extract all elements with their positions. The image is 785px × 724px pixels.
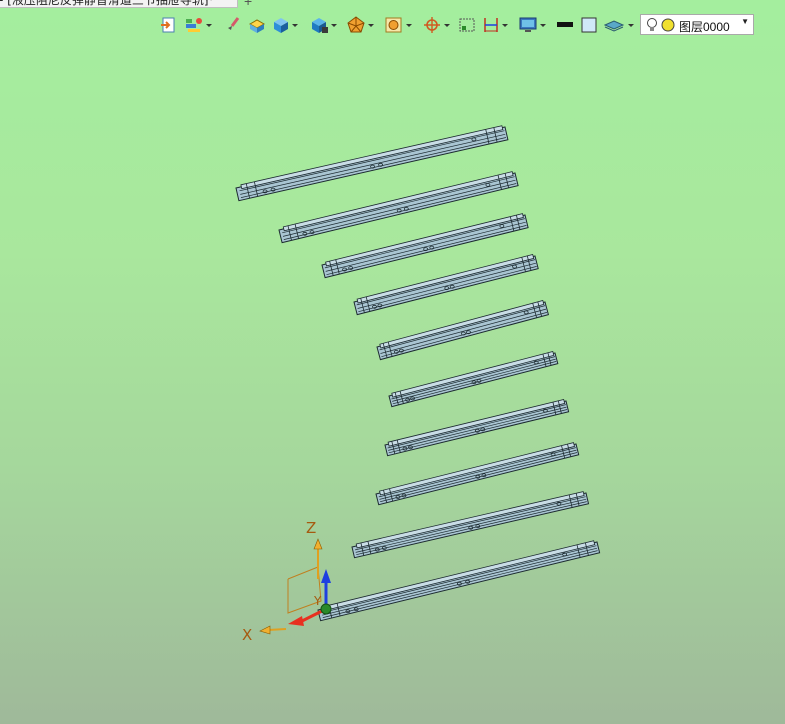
view-import-button[interactable] bbox=[160, 13, 178, 37]
new-tab-icon[interactable]: + bbox=[244, 0, 252, 9]
chevron-down-icon bbox=[628, 24, 634, 27]
axis-label-x: X bbox=[242, 626, 252, 644]
chevron-down-icon bbox=[206, 24, 212, 27]
frame-button[interactable] bbox=[458, 13, 476, 37]
monitor-button[interactable] bbox=[518, 13, 547, 37]
tab-strip: - [液压阻尼反弹静音滑道三节抽屉导轨] × + bbox=[0, 0, 785, 10]
frame-icon bbox=[459, 18, 475, 32]
chevron-down-icon bbox=[502, 24, 508, 27]
scene-canvas: Z X Y bbox=[235, 125, 601, 644]
snap-target-icon bbox=[424, 17, 440, 33]
stack-button[interactable] bbox=[604, 13, 635, 37]
explode-view-icon bbox=[347, 16, 365, 33]
snap-target-button[interactable] bbox=[422, 13, 451, 37]
3d-viewport[interactable]: Z X Y bbox=[0, 40, 785, 724]
document-tab-title: - [液压阻尼反弹静音滑道三节抽屉导轨] bbox=[0, 0, 209, 7]
layers-color-button[interactable] bbox=[184, 13, 213, 37]
display-filter-icon bbox=[385, 17, 402, 33]
stack-icon bbox=[604, 20, 625, 32]
sun-icon[interactable] bbox=[661, 18, 677, 34]
view-orientation-icon bbox=[312, 18, 328, 33]
chevron-down-icon bbox=[444, 24, 450, 27]
view-import-icon bbox=[161, 17, 175, 33]
dimension-button[interactable] bbox=[482, 13, 509, 37]
layers-color-icon bbox=[186, 18, 202, 32]
bulb-icon[interactable] bbox=[645, 16, 659, 34]
render-style-icon bbox=[248, 19, 266, 33]
layer-select-value: 图层0000 bbox=[679, 20, 730, 34]
layer-select[interactable]: 图层0000 ▼ bbox=[640, 14, 754, 35]
drawer-slide-rail[interactable] bbox=[376, 300, 550, 361]
face-color-button[interactable] bbox=[580, 13, 598, 37]
chevron-down-icon bbox=[406, 24, 412, 27]
face-color-icon bbox=[581, 17, 597, 33]
drawer-slide-rail[interactable] bbox=[388, 351, 559, 408]
axis-triad: Z X Y bbox=[242, 519, 332, 644]
shaded-cube-button[interactable] bbox=[272, 13, 299, 37]
display-filter-button[interactable] bbox=[384, 13, 413, 37]
chevron-down-icon bbox=[540, 24, 546, 27]
drawer-slide-rail[interactable] bbox=[375, 442, 580, 506]
render-style-button[interactable] bbox=[248, 13, 266, 37]
shaded-cube-icon bbox=[274, 18, 288, 33]
chevron-down-icon bbox=[292, 24, 298, 27]
line-color-icon bbox=[557, 22, 573, 27]
chevron-down-icon[interactable]: ▼ bbox=[741, 17, 749, 26]
paint-brush-icon bbox=[228, 17, 240, 30]
axis-label-y: Y bbox=[313, 594, 322, 608]
chevron-down-icon bbox=[368, 24, 374, 27]
explode-view-button[interactable] bbox=[346, 13, 375, 37]
close-icon[interactable]: × bbox=[205, 0, 213, 5]
line-color-button[interactable] bbox=[556, 13, 574, 37]
view-orientation-button[interactable] bbox=[309, 13, 338, 37]
drawer-slide-rail[interactable] bbox=[384, 399, 570, 457]
chevron-down-icon bbox=[331, 24, 337, 27]
paint-brush-button[interactable] bbox=[224, 13, 242, 37]
dimension-icon bbox=[484, 18, 498, 32]
document-tab[interactable]: - [液压阻尼反弹静音滑道三节抽屉导轨] × bbox=[0, 0, 238, 8]
monitor-icon bbox=[519, 17, 537, 32]
axis-label-z: Z bbox=[306, 519, 316, 537]
